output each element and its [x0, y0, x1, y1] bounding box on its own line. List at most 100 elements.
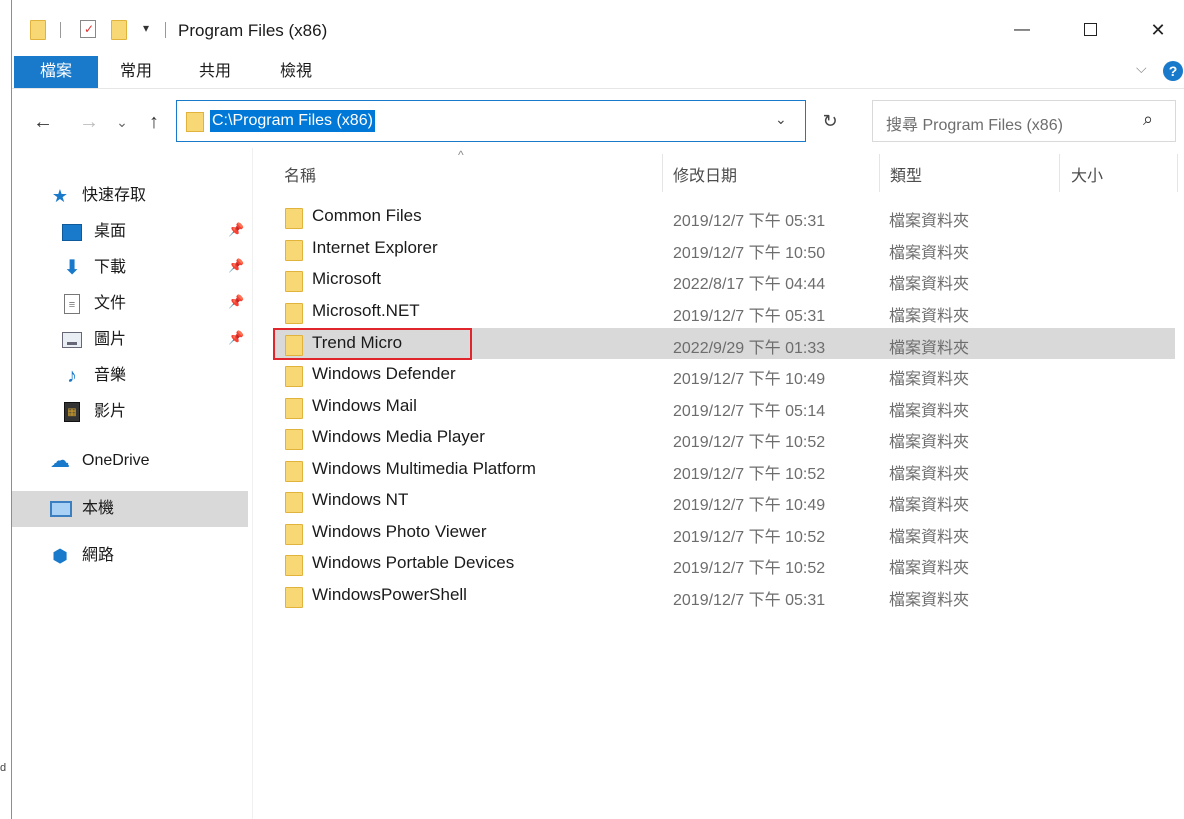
file-type: 檔案資料夾 [889, 466, 970, 483]
tab-share[interactable]: 共用 [199, 56, 231, 88]
file-row[interactable]: Windows Media Player 2019/12/7 下午 10:52 … [275, 422, 1175, 453]
file-date: 2019/12/7 下午 05:31 [673, 213, 826, 230]
title-bar: ✓ ▾ Program Files (x86) — ✕ [12, 0, 1184, 58]
document-icon: ≡ [64, 294, 80, 314]
sidebar-item-label: 桌面 [94, 223, 127, 240]
sidebar-item-label: 快速存取 [82, 187, 147, 204]
file-row[interactable]: Windows Portable Devices 2019/12/7 下午 10… [275, 548, 1175, 579]
file-date: 2019/12/7 下午 05:31 [673, 592, 826, 609]
ribbon-divider [12, 88, 1184, 89]
file-date: 2019/12/7 下午 10:52 [673, 466, 826, 483]
properties-icon[interactable]: ✓ [80, 20, 96, 38]
computer-icon [50, 501, 72, 517]
recent-locations-icon[interactable]: ⌄ [112, 108, 132, 136]
column-header-size[interactable]: 大小 [1071, 162, 1103, 186]
sidebar-item-network[interactable]: ⬢ 網路 [12, 538, 248, 574]
column-divider[interactable] [662, 154, 663, 192]
column-header-name[interactable]: 名稱 [284, 162, 316, 186]
column-header-date[interactable]: 修改日期 [673, 162, 737, 186]
address-dropdown-icon[interactable]: ⌄ [775, 111, 787, 128]
sidebar-item-label: 圖片 [94, 331, 127, 348]
file-date: 2019/12/7 下午 10:49 [673, 497, 826, 514]
file-name: Windows Photo Viewer [312, 522, 487, 541]
file-row[interactable]: Windows Photo Viewer 2019/12/7 下午 10:52 … [275, 517, 1175, 548]
file-row[interactable]: Microsoft.NET 2019/12/7 下午 05:31 檔案資料夾 [275, 296, 1175, 327]
search-box[interactable]: 搜尋 Program Files (x86) ⌕ [872, 100, 1176, 142]
navigation-pane: ★ 快速存取 桌面 📌 ⬇ 下載 📌 ≡ 文件 📌 ▬ 圖片 📌 ♪ 音樂 ▦ … [12, 148, 252, 819]
window-title: Program Files (x86) [178, 21, 328, 40]
file-date: 2019/12/7 下午 05:14 [673, 403, 826, 420]
file-type: 檔案資料夾 [889, 592, 970, 609]
sidebar-item-quick-access[interactable]: ★ 快速存取 [12, 178, 248, 214]
file-row[interactable]: Windows Mail 2019/12/7 下午 05:14 檔案資料夾 [275, 391, 1175, 422]
file-row[interactable]: Windows Defender 2019/12/7 下午 10:49 檔案資料… [275, 359, 1175, 390]
back-icon[interactable]: ← [30, 108, 56, 136]
refresh-icon[interactable]: ↻ [816, 106, 844, 136]
search-icon[interactable]: ⌕ [1143, 109, 1153, 130]
column-header-type[interactable]: 類型 [890, 162, 922, 186]
file-row[interactable]: Common Files 2019/12/7 下午 05:31 檔案資料夾 [275, 201, 1175, 232]
file-date: 2019/12/7 下午 10:52 [673, 560, 826, 577]
file-row[interactable]: Microsoft 2022/8/17 下午 04:44 檔案資料夾 [275, 264, 1175, 295]
file-date: 2019/12/7 下午 10:50 [673, 245, 826, 262]
file-row[interactable]: Windows Multimedia Platform 2019/12/7 下午… [275, 454, 1175, 485]
file-row[interactable]: WindowsPowerShell 2019/12/7 下午 05:31 檔案資… [275, 580, 1175, 611]
up-icon[interactable]: ↑ [141, 108, 167, 136]
sidebar-item-downloads[interactable]: ⬇ 下載 📌 [12, 250, 248, 286]
sidebar-item-pictures[interactable]: ▬ 圖片 📌 [12, 322, 248, 358]
file-type: 檔案資料夾 [889, 213, 970, 230]
file-row[interactable]: Internet Explorer 2019/12/7 下午 10:50 檔案資… [275, 233, 1175, 264]
file-row[interactable]: Windows NT 2019/12/7 下午 10:49 檔案資料夾 [275, 485, 1175, 516]
address-input[interactable]: C:\Program Files (x86) [210, 110, 375, 132]
pin-icon[interactable]: 📌 [228, 222, 244, 238]
network-icon: ⬢ [52, 546, 68, 566]
sidebar-item-music[interactable]: ♪ 音樂 [12, 358, 248, 394]
sidebar-item-onedrive[interactable]: ☁ OneDrive [12, 443, 248, 479]
forward-icon[interactable]: → [76, 108, 102, 136]
minimize-button[interactable]: — [1002, 14, 1042, 46]
file-name: Windows Multimedia Platform [312, 459, 536, 478]
pin-icon[interactable]: 📌 [228, 294, 244, 310]
search-input[interactable]: 搜尋 Program Files (x86) [886, 111, 1063, 135]
help-icon[interactable]: ? [1163, 61, 1183, 81]
file-name: Microsoft.NET [312, 301, 420, 320]
tab-home[interactable]: 常用 [120, 56, 152, 88]
file-type: 檔案資料夾 [889, 340, 970, 357]
file-date: 2019/12/7 下午 10:49 [673, 371, 826, 388]
file-date: 2022/8/17 下午 04:44 [673, 276, 826, 293]
folder-icon [285, 524, 303, 545]
file-type: 檔案資料夾 [889, 529, 970, 546]
cloud-icon: ☁ [50, 450, 70, 472]
tab-file[interactable]: 檔案 [14, 56, 98, 88]
file-date: 2019/12/7 下午 10:52 [673, 529, 826, 546]
sidebar-item-label: 影片 [94, 403, 127, 420]
column-divider[interactable] [1059, 154, 1060, 192]
column-divider[interactable] [879, 154, 880, 192]
pin-icon[interactable]: 📌 [228, 258, 244, 274]
file-type: 檔案資料夾 [889, 308, 970, 325]
ribbon-expand-icon[interactable]: ⌵ [1136, 60, 1147, 77]
file-name: Windows Mail [312, 396, 417, 415]
column-divider[interactable] [1177, 154, 1178, 192]
new-folder-icon[interactable] [111, 20, 127, 40]
sidebar-item-label: OneDrive [82, 452, 150, 469]
tab-view[interactable]: 檢視 [280, 56, 312, 88]
folder-icon [285, 303, 303, 324]
sidebar-item-desktop[interactable]: 桌面 📌 [12, 214, 248, 250]
file-type: 檔案資料夾 [889, 560, 970, 577]
file-type: 檔案資料夾 [889, 245, 970, 262]
address-bar[interactable]: C:\Program Files (x86) ⌄ [176, 100, 806, 142]
address-folder-icon [186, 112, 204, 132]
sidebar-item-videos[interactable]: ▦ 影片 [12, 394, 248, 430]
folder-icon [285, 366, 303, 387]
maximize-button[interactable] [1070, 14, 1110, 46]
pin-icon[interactable]: 📌 [228, 330, 244, 346]
sidebar-item-this-pc[interactable]: 本機 [12, 491, 248, 527]
file-name: Internet Explorer [312, 238, 438, 257]
pane-divider [252, 148, 253, 819]
quick-access-dropdown[interactable]: ▾ [143, 21, 149, 35]
folder-icon [285, 271, 303, 292]
close-button[interactable]: ✕ [1138, 14, 1178, 46]
sidebar-item-documents[interactable]: ≡ 文件 📌 [12, 286, 248, 322]
folder-icon [285, 398, 303, 419]
